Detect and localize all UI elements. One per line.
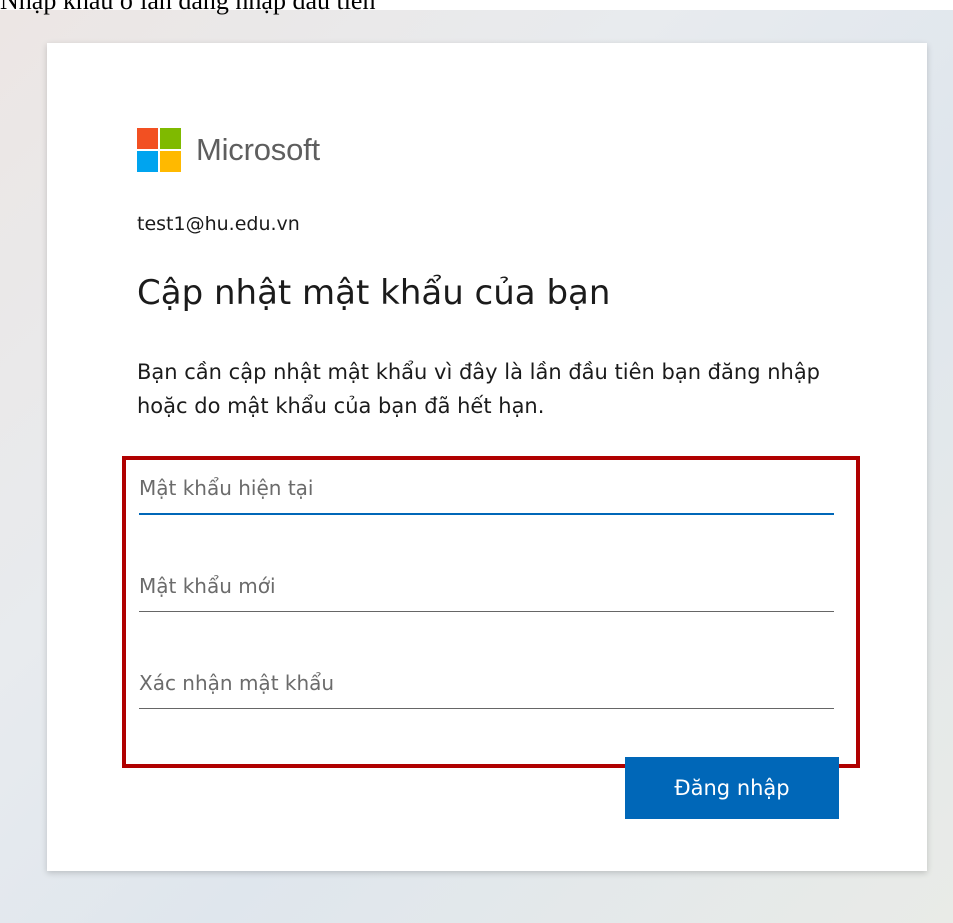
logo-square-blue (137, 151, 158, 172)
description-text: Bạn cần cập nhật mật khẩu vì đây là lần … (137, 360, 821, 418)
page-title: Cập nhật mật khẩu của bạn (137, 273, 611, 313)
login-card: Microsoft test1@hu.edu.vn Cập nhật mật k… (47, 43, 927, 871)
document-caption: Nhập khẩu ở lần đăng nhập đầu tiên (0, 0, 376, 15)
brand-name: Microsoft (196, 132, 320, 167)
current-password-input[interactable] (139, 463, 834, 515)
logo-square-yellow (160, 151, 181, 172)
confirm-password-input[interactable] (139, 657, 834, 709)
microsoft-logo-icon (137, 128, 181, 172)
new-password-input[interactable] (139, 560, 834, 612)
sign-in-button[interactable]: Đăng nhập (625, 757, 839, 819)
logo-square-green (160, 128, 181, 149)
microsoft-logo: Microsoft (137, 128, 320, 172)
account-identifier: test1@hu.edu.vn (137, 213, 300, 235)
logo-square-red (137, 128, 158, 149)
